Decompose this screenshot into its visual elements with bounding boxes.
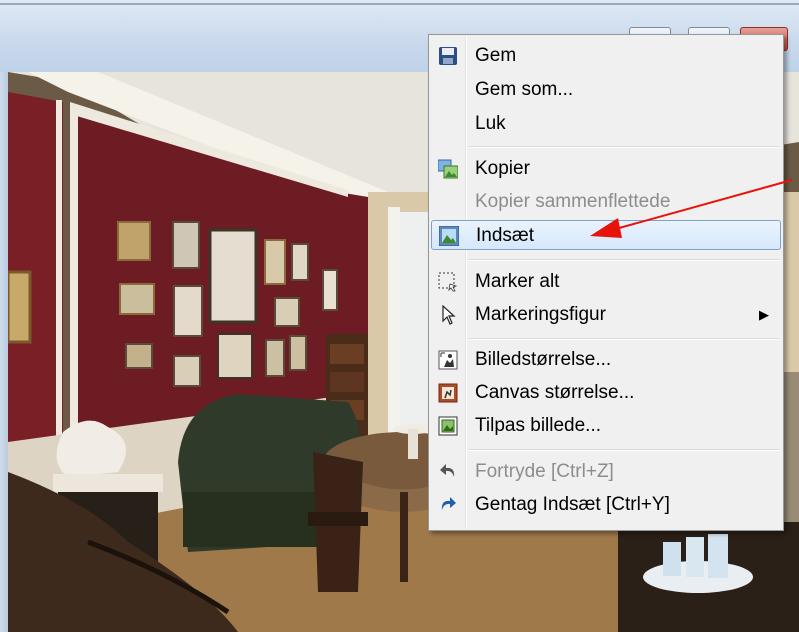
menu-item-label: Markeringsfigur xyxy=(475,304,606,325)
menu-item-paste[interactable]: Indsæt xyxy=(431,220,781,250)
fit-image-icon xyxy=(438,416,458,436)
menu-separator xyxy=(469,449,779,451)
cursor-icon xyxy=(438,304,458,325)
menu-separator xyxy=(469,146,779,148)
redo-icon xyxy=(438,495,458,515)
menu-item-label: Indsæt xyxy=(476,225,535,246)
menu-item-label: Gentag Indsæt [Ctrl+Y] xyxy=(475,494,670,515)
save-icon xyxy=(438,46,458,66)
menu-item-save[interactable]: Gem xyxy=(431,41,781,71)
undo-icon xyxy=(438,462,458,482)
menu-item-save-as[interactable]: Gem som... xyxy=(431,75,781,105)
menu-item-label: Kopier xyxy=(475,158,530,179)
menu-item-label: Canvas størrelse... xyxy=(475,382,635,403)
menu-item-label: Gem som... xyxy=(475,79,574,100)
menu-separator xyxy=(469,259,779,261)
menu-item-label: Marker alt xyxy=(475,271,560,292)
menu-item-label: Kopier sammenflettede xyxy=(475,191,671,212)
menu-item-close[interactable]: Luk xyxy=(431,109,781,139)
menu-item-label: Tilpas billede... xyxy=(475,415,602,436)
menu-item-label: Billedstørrelse... xyxy=(475,349,612,370)
menu-separator xyxy=(469,338,779,340)
copy-image-icon xyxy=(437,159,459,179)
menu-item-undo[interactable]: Fortryde [Ctrl+Z] xyxy=(431,457,781,487)
submenu-arrow-icon: ▶ xyxy=(759,307,769,322)
menu-item-canvas-size[interactable]: Canvas størrelse... xyxy=(431,378,781,408)
menu-item-select-all[interactable]: Marker alt xyxy=(431,267,781,297)
menu-item-copy-merged[interactable]: Kopier sammenflettede xyxy=(431,187,781,217)
paste-image-icon xyxy=(438,225,460,247)
menu-item-fit-image[interactable]: Tilpas billede... xyxy=(431,411,781,441)
menu-item-label: Gem xyxy=(475,45,517,66)
menu-item-label: Fortryde [Ctrl+Z] xyxy=(475,461,614,482)
menu-item-redo[interactable]: Gentag Indsæt [Ctrl+Y] xyxy=(431,490,781,520)
context-menu: Gem Gem som... Luk Kopier Kopier sammenf… xyxy=(428,34,784,531)
menu-item-label: Luk xyxy=(475,113,506,134)
image-size-icon xyxy=(438,350,458,370)
menu-item-image-size[interactable]: Billedstørrelse... xyxy=(431,345,781,375)
select-all-icon xyxy=(438,272,458,292)
window-frame-left xyxy=(0,72,8,632)
app-window: Gem Gem som... Luk Kopier Kopier sammenf… xyxy=(0,0,799,632)
canvas-size-icon xyxy=(438,383,458,403)
menu-item-selection-shape[interactable]: Markeringsfigur ▶ xyxy=(431,300,781,330)
titlebar-border xyxy=(0,3,799,5)
menu-item-copy[interactable]: Kopier xyxy=(431,154,781,184)
